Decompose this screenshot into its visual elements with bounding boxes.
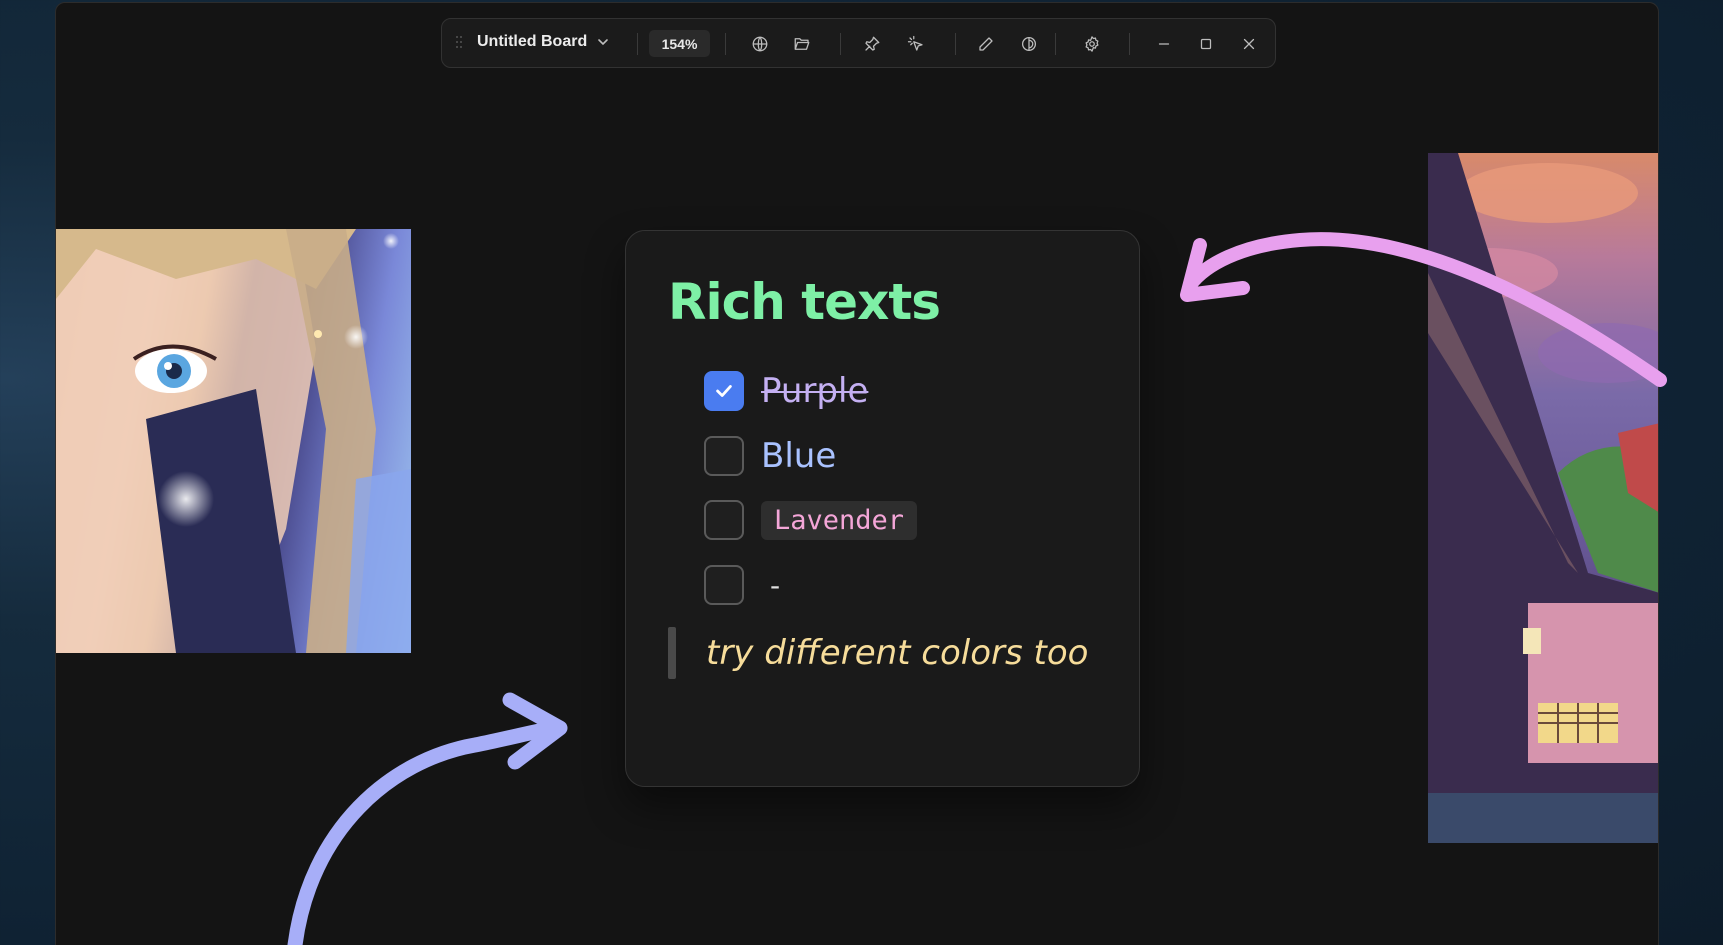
blockquote[interactable]: try different colors too bbox=[668, 627, 1088, 679]
rich-text-card[interactable]: Rich texts Purple Blue Lavender - try di… bbox=[625, 230, 1140, 787]
divider bbox=[1055, 33, 1056, 55]
todo-label: Purple bbox=[761, 371, 869, 411]
pin-icon[interactable] bbox=[860, 32, 884, 56]
todo-label: Blue bbox=[761, 436, 837, 476]
divider bbox=[637, 33, 638, 55]
drag-handle-icon[interactable] bbox=[456, 36, 464, 52]
minimize-icon[interactable] bbox=[1152, 32, 1176, 56]
checkbox-checked[interactable] bbox=[704, 371, 744, 411]
checkmark-icon bbox=[716, 385, 732, 397]
magic-cursor-icon[interactable] bbox=[904, 32, 928, 56]
divider bbox=[725, 33, 726, 55]
todo-item[interactable]: Blue bbox=[704, 436, 836, 476]
todo-label: - bbox=[770, 568, 781, 602]
quote-text: try different colors too bbox=[706, 633, 1089, 673]
folder-icon[interactable] bbox=[790, 32, 814, 56]
quote-bar bbox=[668, 627, 676, 679]
divider bbox=[840, 33, 841, 55]
todo-item[interactable]: - bbox=[704, 565, 780, 605]
board-toolbar: Untitled Board 154% bbox=[441, 18, 1276, 68]
divider bbox=[1129, 33, 1130, 55]
close-icon[interactable] bbox=[1237, 32, 1261, 56]
checkbox[interactable] bbox=[704, 565, 744, 605]
todo-item[interactable]: Purple bbox=[704, 371, 868, 411]
pencil-icon[interactable] bbox=[974, 32, 998, 56]
todo-item[interactable]: Lavender bbox=[704, 500, 918, 540]
maximize-icon[interactable] bbox=[1194, 32, 1218, 56]
inline-code: Lavender bbox=[761, 500, 918, 540]
board-title: Untitled Board bbox=[477, 33, 588, 50]
board-title-dropdown[interactable]: Untitled Board bbox=[477, 33, 609, 51]
checkbox[interactable] bbox=[704, 436, 744, 476]
anime-girl-image[interactable] bbox=[56, 229, 411, 653]
house-sunset-image[interactable] bbox=[1428, 153, 1658, 843]
chevron-down-icon bbox=[598, 39, 609, 46]
board-window: Untitled Board 154% Rich texts Purple Bl… bbox=[55, 2, 1659, 945]
zoom-level[interactable]: 154% bbox=[649, 30, 710, 57]
card-title: Rich texts bbox=[668, 273, 941, 331]
divider bbox=[955, 33, 956, 55]
theme-icon[interactable] bbox=[1017, 32, 1041, 56]
checkbox[interactable] bbox=[704, 500, 744, 540]
gear-icon[interactable] bbox=[1080, 32, 1104, 56]
globe-icon[interactable] bbox=[748, 32, 772, 56]
